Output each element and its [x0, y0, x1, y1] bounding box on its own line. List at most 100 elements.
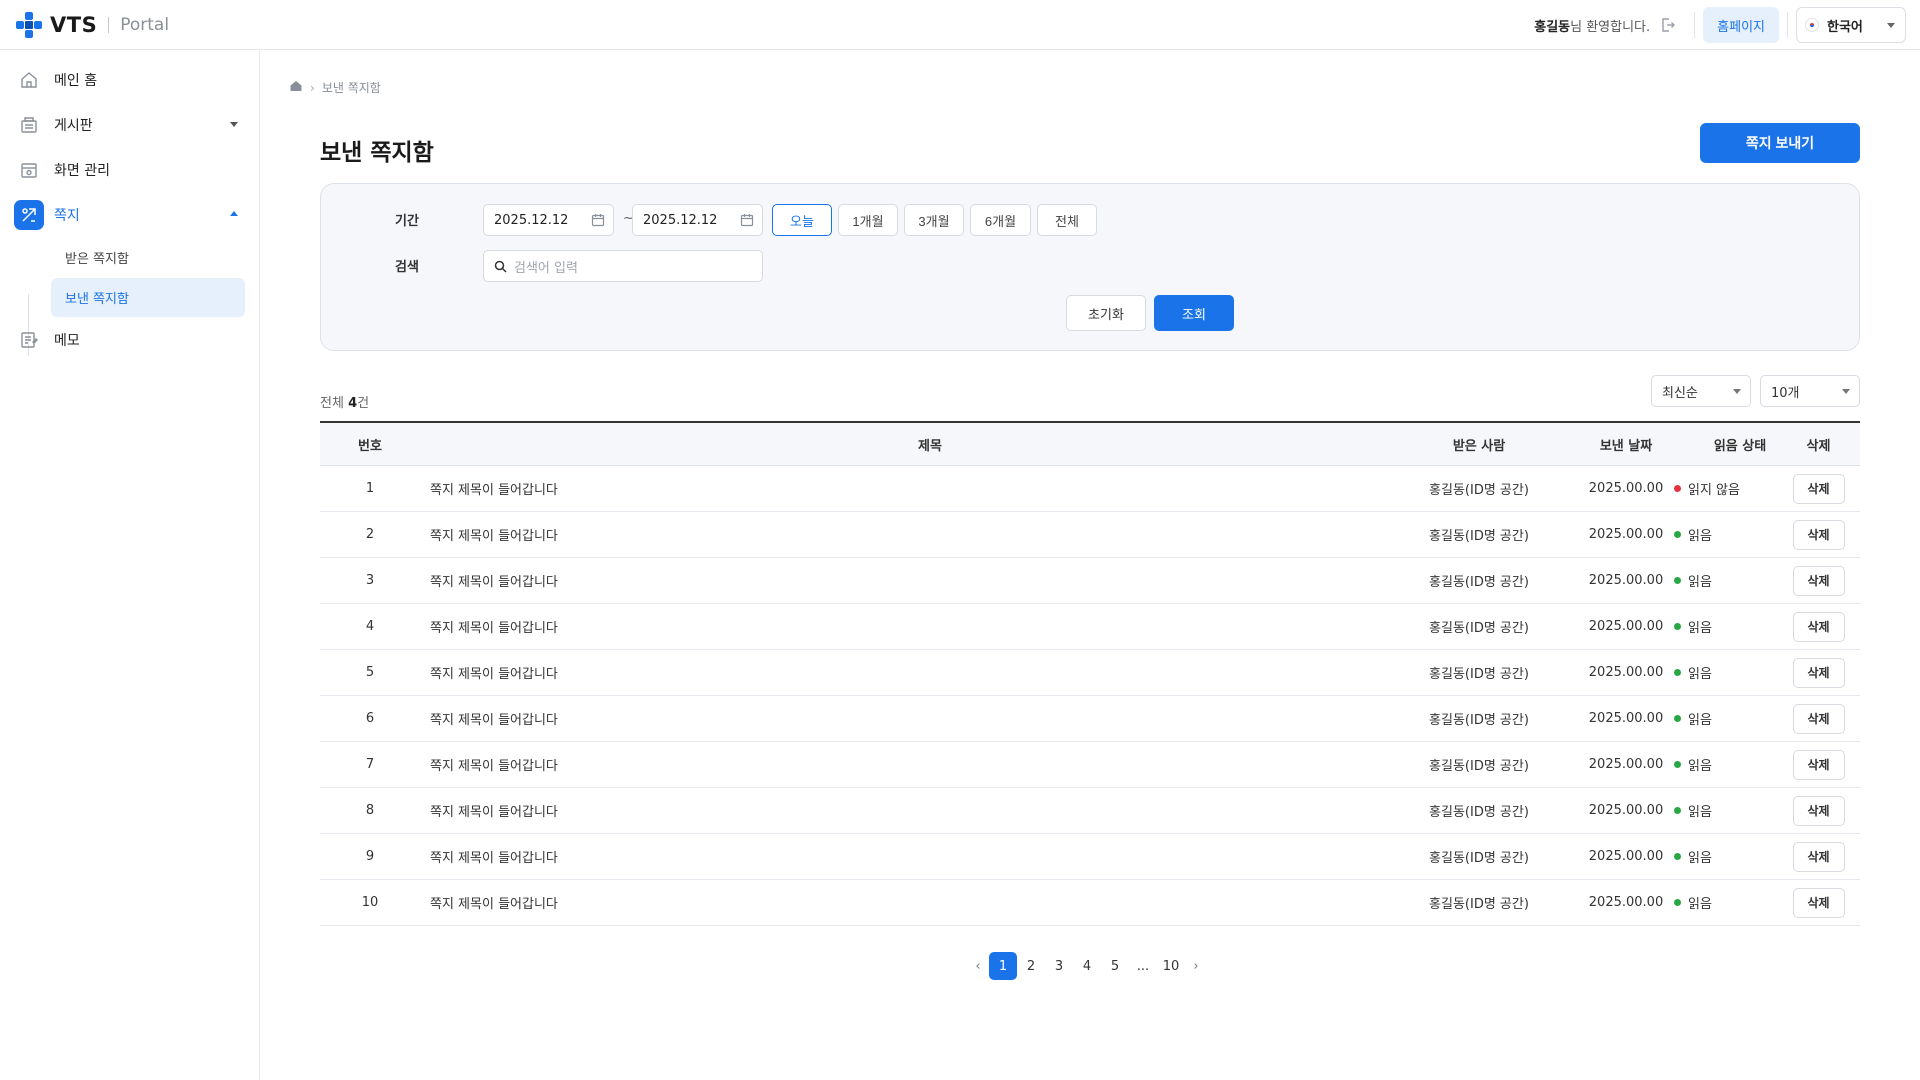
- row-recipient: 홍길동(ID명 공간): [1429, 851, 1529, 866]
- breadcrumb-current: 보낸 쪽지함: [321, 81, 381, 95]
- home-icon: [14, 65, 44, 95]
- row-title[interactable]: 쪽지 제목이 들어갑니다: [430, 742, 1430, 787]
- chevron-left-icon[interactable]: ‹: [967, 952, 989, 980]
- table-row[interactable]: 2 쪽지 제목이 들어갑니다 홍길동(ID명 공간) 2025.00.00 읽음 삭제: [320, 512, 1860, 558]
- table-row[interactable]: 8 쪽지 제목이 들어갑니다 홍길동(ID명 공간) 2025.00.00 읽음 삭제: [320, 788, 1860, 834]
- page-size-value: 10개: [1771, 385, 1800, 401]
- total-count: 전체 4건: [320, 392, 369, 411]
- period-label: 기간: [395, 214, 419, 229]
- send-message-button[interactable]: 쪽지 보내기: [1700, 123, 1860, 163]
- period-6month-button[interactable]: 6개월: [970, 204, 1031, 236]
- logo[interactable]: VTS Portal: [14, 10, 169, 40]
- page-button-5[interactable]: 5: [1101, 952, 1129, 980]
- page-button-2[interactable]: 2: [1017, 952, 1045, 980]
- table-row[interactable]: 7 쪽지 제목이 들어갑니다 홍길동(ID명 공간) 2025.00.00 읽음 삭제: [320, 742, 1860, 788]
- sidebar-item-label: 쪽지: [54, 208, 80, 224]
- page-button-10[interactable]: 10: [1157, 952, 1185, 980]
- period-all-button[interactable]: 전체: [1037, 204, 1097, 236]
- start-date-input[interactable]: 2025.12.12: [483, 204, 614, 236]
- home-icon[interactable]: [289, 79, 303, 96]
- end-date-input[interactable]: 2025.12.12: [632, 204, 763, 236]
- total-count-value: 4: [348, 396, 358, 411]
- query-button[interactable]: 조회: [1154, 295, 1234, 331]
- delete-button[interactable]: 삭제: [1792, 611, 1845, 642]
- delete-button[interactable]: 삭제: [1792, 703, 1845, 734]
- status-label: 읽음: [1688, 759, 1712, 774]
- reset-button[interactable]: 초기화: [1066, 295, 1146, 331]
- row-title[interactable]: 쪽지 제목이 들어갑니다: [430, 880, 1430, 925]
- table-header: 번호 제목 받은 사람 보낸 날짜 읽음 상태 삭제: [320, 421, 1860, 466]
- period-today-button[interactable]: 오늘: [772, 204, 832, 236]
- column-header-title: 제목: [918, 438, 942, 454]
- message-table: 번호 제목 받은 사람 보낸 날짜 읽음 상태 삭제 1 쪽지 제목이 들어갑니다…: [320, 421, 1860, 926]
- row-title[interactable]: 쪽지 제목이 들어갑니다: [430, 834, 1430, 879]
- sort-select[interactable]: 최신순: [1651, 375, 1751, 407]
- language-select[interactable]: 한국어: [1796, 7, 1906, 43]
- delete-button[interactable]: 삭제: [1792, 841, 1845, 872]
- status-label: 읽음: [1688, 897, 1712, 912]
- sidebar-subitem-label: 받은 쪽지함: [65, 252, 129, 267]
- sidebar-subitem-label: 보낸 쪽지함: [65, 292, 129, 307]
- table-row[interactable]: 1 쪽지 제목이 들어갑니다 홍길동(ID명 공간) 2025.00.00 읽지 않음 삭…: [320, 466, 1860, 512]
- row-delete-cell: 삭제: [1777, 880, 1860, 925]
- row-delete-cell: 삭제: [1777, 834, 1860, 879]
- table-row[interactable]: 5 쪽지 제목이 들어갑니다 홍길동(ID명 공간) 2025.00.00 읽음 삭제: [320, 650, 1860, 696]
- period-3month-button[interactable]: 3개월: [904, 204, 964, 236]
- row-number: 7: [365, 757, 375, 772]
- page-button-1[interactable]: 1: [989, 952, 1017, 980]
- sidebar-item-label: 화면 관리: [54, 163, 110, 179]
- search-label: 검색: [395, 260, 419, 275]
- sidebar-item-main-home[interactable]: 메인 홈: [14, 63, 246, 97]
- row-title[interactable]: 쪽지 제목이 들어갑니다: [430, 696, 1430, 741]
- page-button-3[interactable]: 3: [1045, 952, 1073, 980]
- homepage-button[interactable]: 홈페이지: [1703, 7, 1779, 43]
- row-recipient: 홍길동(ID명 공간): [1429, 575, 1529, 590]
- chevron-down-icon: [1733, 389, 1741, 394]
- sidebar-subitem-sent[interactable]: 보낸 쪽지함: [51, 278, 245, 317]
- row-title[interactable]: 쪽지 제목이 들어갑니다: [430, 512, 1430, 557]
- sidebar-item-label: 메인 홈: [54, 73, 98, 89]
- table-row[interactable]: 3 쪽지 제목이 들어갑니다 홍길동(ID명 공간) 2025.00.00 읽음 삭제: [320, 558, 1860, 604]
- sidebar-item-memo[interactable]: 메모: [14, 323, 246, 357]
- table-row[interactable]: 10 쪽지 제목이 들어갑니다 홍길동(ID명 공간) 2025.00.00 읽음 삭제: [320, 880, 1860, 926]
- chevron-down-icon: [1842, 389, 1850, 394]
- row-title[interactable]: 쪽지 제목이 들어갑니다: [430, 650, 1430, 695]
- table-row[interactable]: 4 쪽지 제목이 들어갑니다 홍길동(ID명 공간) 2025.00.00 읽음 삭제: [320, 604, 1860, 650]
- delete-button[interactable]: 삭제: [1792, 657, 1845, 688]
- header-divider: [1694, 12, 1696, 38]
- table-row[interactable]: 6 쪽지 제목이 들어갑니다 홍길동(ID명 공간) 2025.00.00 읽음 삭제: [320, 696, 1860, 742]
- search-placeholder: 검색어 입력: [514, 260, 578, 276]
- delete-button[interactable]: 삭제: [1792, 795, 1845, 826]
- delete-button[interactable]: 삭제: [1792, 887, 1845, 918]
- search-input[interactable]: 검색어 입력: [483, 250, 763, 282]
- row-title[interactable]: 쪽지 제목이 들어갑니다: [430, 558, 1430, 603]
- row-delete-cell: 삭제: [1777, 466, 1860, 511]
- status-dot-icon: [1674, 669, 1681, 676]
- period-1month-button[interactable]: 1개월: [838, 204, 898, 236]
- row-title[interactable]: 쪽지 제목이 들어갑니다: [430, 604, 1430, 649]
- calendar-icon[interactable]: [591, 213, 605, 227]
- calendar-icon[interactable]: [740, 213, 754, 227]
- chevron-right-icon[interactable]: ›: [1185, 952, 1207, 980]
- status-label: 읽음: [1688, 575, 1712, 590]
- row-title[interactable]: 쪽지 제목이 들어갑니다: [430, 466, 1430, 511]
- sidebar-item-screen-manage[interactable]: 화면 관리: [14, 153, 246, 187]
- delete-button[interactable]: 삭제: [1792, 473, 1845, 504]
- logo-subtitle: Portal: [120, 15, 170, 35]
- status-dot-icon: [1674, 899, 1681, 906]
- sidebar-item-board[interactable]: 게시판: [14, 108, 246, 142]
- row-title[interactable]: 쪽지 제목이 들어갑니다: [430, 788, 1430, 833]
- delete-button[interactable]: 삭제: [1792, 519, 1845, 550]
- sidebar-subitem-received[interactable]: 받은 쪽지함: [51, 238, 245, 277]
- welcome-suffix: 님 환영합니다.: [1570, 19, 1651, 35]
- page-size-select[interactable]: 10개: [1760, 375, 1860, 407]
- table-row[interactable]: 9 쪽지 제목이 들어갑니다 홍길동(ID명 공간) 2025.00.00 읽음 삭제: [320, 834, 1860, 880]
- status-dot-icon: [1674, 485, 1681, 492]
- delete-button[interactable]: 삭제: [1792, 749, 1845, 780]
- page-button-4[interactable]: 4: [1073, 952, 1101, 980]
- sidebar-item-message[interactable]: 쪽지: [14, 198, 246, 232]
- status-dot-icon: [1674, 531, 1681, 538]
- delete-button[interactable]: 삭제: [1792, 565, 1845, 596]
- row-recipient: 홍길동(ID명 공간): [1429, 667, 1529, 682]
- logout-icon[interactable]: [1660, 17, 1676, 33]
